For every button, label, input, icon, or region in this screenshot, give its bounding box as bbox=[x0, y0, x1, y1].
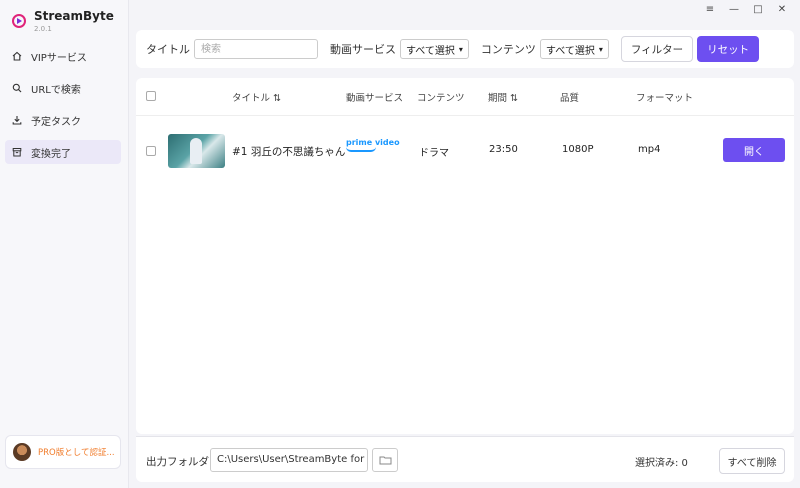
column-duration[interactable]: 期間 ⇅ bbox=[488, 90, 518, 104]
pro-activation-button[interactable]: PRO版として認証... bbox=[5, 435, 121, 469]
column-duration-label: 期間 bbox=[488, 93, 508, 104]
sidebar: StreamByte 2.0.1 VIPサービス URLで検索 予定タスク 変換… bbox=[0, 0, 129, 488]
window-controls: ≡ — □ ✕ bbox=[698, 2, 794, 16]
sidebar-item-scheduled-tasks[interactable]: 予定タスク bbox=[5, 108, 121, 132]
home-icon bbox=[12, 51, 22, 61]
row-checkbox[interactable] bbox=[146, 146, 156, 156]
column-title-label: タイトル bbox=[232, 93, 271, 104]
row-title: #1 羽丘の不思議ちゃん bbox=[232, 146, 346, 158]
sort-icon: ⇅ bbox=[273, 93, 282, 104]
content-filter-label: コンテンツ bbox=[480, 43, 536, 56]
selected-count: 選択済み: 0 bbox=[635, 458, 688, 469]
archive-icon bbox=[12, 147, 22, 157]
column-quality: 品質 bbox=[560, 93, 580, 104]
select-all-checkbox[interactable] bbox=[146, 91, 156, 101]
row-quality: 1080P bbox=[562, 144, 594, 155]
maximize-icon[interactable]: □ bbox=[746, 2, 770, 16]
chevron-down-icon: ▾ bbox=[598, 44, 603, 54]
menu-icon[interactable]: ≡ bbox=[698, 2, 722, 16]
table-header: タイトル ⇅ 動画サービス コンテンツ 期間 ⇅ 品質 フォーマット bbox=[136, 78, 794, 116]
column-service: 動画サービス bbox=[346, 93, 404, 104]
reset-button[interactable]: リセット bbox=[697, 36, 760, 62]
app-name: StreamByte bbox=[34, 9, 114, 23]
browse-folder-button[interactable] bbox=[372, 448, 398, 472]
output-folder-label: 出力フォルダ bbox=[146, 456, 209, 468]
sidebar-item-label: 予定タスク bbox=[31, 116, 81, 128]
sidebar-item-converted[interactable]: 変換完了 bbox=[5, 140, 121, 164]
search-input[interactable] bbox=[194, 39, 318, 59]
prime-video-logo-text: prime video bbox=[346, 138, 400, 147]
filter-button[interactable]: フィルター bbox=[620, 36, 694, 62]
minimize-icon[interactable]: — bbox=[722, 2, 746, 16]
download-icon bbox=[12, 115, 22, 125]
avatar bbox=[13, 443, 31, 461]
sort-icon: ⇅ bbox=[510, 93, 519, 104]
row-duration: 23:50 bbox=[489, 144, 518, 155]
sidebar-item-url-search[interactable]: URLで検索 bbox=[5, 76, 121, 100]
delete-all-button[interactable]: すべて削除 bbox=[719, 448, 785, 474]
pro-activation-label: PRO版として認証... bbox=[38, 448, 115, 458]
sidebar-item-label: 変換完了 bbox=[31, 148, 71, 160]
service-select-value: すべて選択 bbox=[406, 45, 455, 57]
brand: StreamByte 2.0.1 bbox=[12, 8, 114, 34]
filter-bar: タイトル 動画サービス すべて選択 ▾ コンテンツ すべて選択 ▾ フィルター … bbox=[136, 30, 794, 68]
video-thumbnail bbox=[168, 134, 225, 168]
app-version: 2.0.1 bbox=[34, 25, 52, 33]
sidebar-item-vip-service[interactable]: VIPサービス bbox=[5, 44, 121, 68]
row-content: ドラマ bbox=[419, 148, 449, 159]
sidebar-item-label: VIPサービス bbox=[31, 52, 87, 64]
content-select-value: すべて選択 bbox=[545, 45, 595, 57]
search-icon bbox=[12, 83, 22, 93]
folder-icon bbox=[379, 456, 391, 465]
row-format: mp4 bbox=[638, 144, 661, 155]
column-content: コンテンツ bbox=[417, 93, 465, 104]
sidebar-item-label: URLで検索 bbox=[31, 84, 81, 96]
footer-bar: 出力フォルダ C:\Users\User\StreamByte for 選択済み… bbox=[136, 436, 794, 482]
prime-video-logo: prime video bbox=[346, 138, 400, 152]
output-path-field[interactable]: C:\Users\User\StreamByte for bbox=[210, 448, 368, 472]
column-title[interactable]: タイトル ⇅ bbox=[232, 90, 281, 104]
service-select[interactable]: すべて選択 ▾ bbox=[400, 39, 469, 59]
content-select[interactable]: すべて選択 ▾ bbox=[539, 39, 609, 59]
sidebar-nav: VIPサービス URLで検索 予定タスク 変換完了 bbox=[5, 44, 121, 172]
service-filter-label: 動画サービス bbox=[330, 43, 396, 56]
close-icon[interactable]: ✕ bbox=[770, 2, 794, 16]
open-button[interactable]: 開く bbox=[723, 138, 785, 162]
title-filter-label: タイトル bbox=[146, 43, 190, 56]
column-format: フォーマット bbox=[636, 93, 694, 104]
table-row: #1 羽丘の不思議ちゃん prime video ドラマ 23:50 1080P… bbox=[136, 128, 794, 174]
results-table: タイトル ⇅ 動画サービス コンテンツ 期間 ⇅ 品質 フォーマット #1 羽丘… bbox=[136, 78, 794, 434]
chevron-down-icon: ▾ bbox=[458, 44, 463, 54]
app-logo-icon bbox=[12, 14, 26, 28]
